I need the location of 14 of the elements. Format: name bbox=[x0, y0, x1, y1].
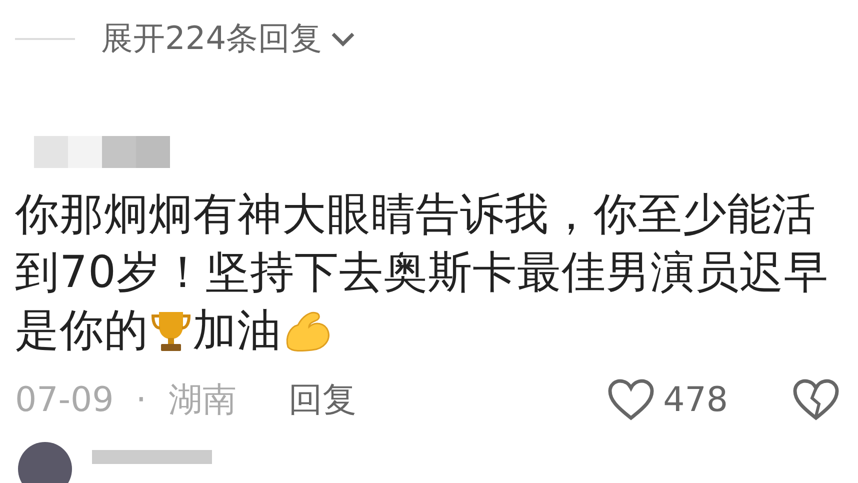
avatar bbox=[18, 442, 72, 483]
comment-date: 07-09 bbox=[15, 380, 114, 420]
like-button[interactable]: 478 bbox=[607, 379, 728, 421]
chevron-down-icon bbox=[330, 31, 356, 47]
comment-text: 是你的 bbox=[15, 304, 148, 358]
expand-replies-button[interactable]: 展开224条回复 bbox=[101, 17, 356, 61]
broken-heart-icon bbox=[792, 379, 840, 421]
comment-text: 你那炯炯有神大眼睛告诉我，你至少能活 bbox=[15, 188, 816, 242]
comment-text: 到70岁！坚持下去奥斯卡最佳男演员迟早 bbox=[15, 246, 828, 300]
comment-location: 湖南 bbox=[168, 379, 237, 422]
comment-text: 加油 bbox=[192, 304, 282, 358]
reply-button[interactable]: 回复 bbox=[288, 377, 357, 423]
dislike-button[interactable] bbox=[792, 379, 840, 421]
separator-dot: · bbox=[136, 380, 147, 420]
